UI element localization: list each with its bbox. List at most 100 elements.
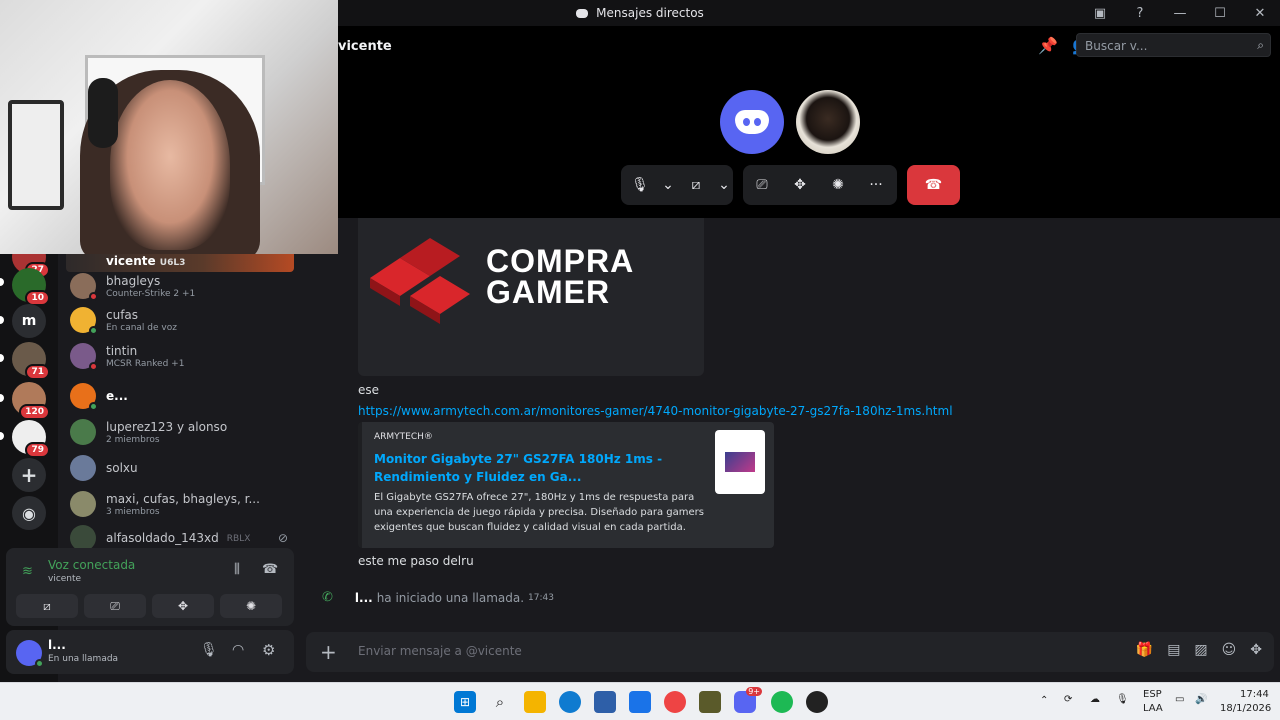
activities-icon[interactable]: ✥ (781, 165, 819, 205)
emoji-icon[interactable]: ☺ (1222, 642, 1237, 658)
compragamer-logo-icon (370, 238, 470, 324)
image-embed[interactable]: COMPRA GAMER (358, 218, 704, 376)
webcam-preview[interactable] (0, 0, 338, 254)
spotify-icon[interactable] (771, 691, 793, 713)
disconnect-icon[interactable]: ☎ (262, 562, 278, 577)
sync-icon[interactable]: ⟳ (1064, 694, 1072, 705)
voice-connected-panel: ≋ Voz conectada vicente ⫼ ☎ ⧄ ⎚ ✥ ✺ (6, 548, 294, 626)
embed-description: El Gigabyte GS27FA ofrece 27", 180Hz y 1… (374, 492, 704, 533)
chevron-down-icon[interactable]: ⌄ (659, 165, 677, 205)
share-screen-icon[interactable]: ⎚ (743, 165, 781, 205)
chrome-icon[interactable] (664, 691, 686, 713)
server-icon[interactable]: 10 (12, 268, 50, 306)
network-icon[interactable]: ▭ (1175, 694, 1184, 705)
audio-video-controls: 🎙 ⌄ ⧄ ⌄ (621, 165, 733, 205)
dm-item[interactable]: bhagleys Counter-Strike 2 +1 (68, 268, 294, 304)
microphone-icon[interactable]: 🎙 (200, 642, 218, 658)
plus-icon: + (20, 463, 38, 487)
callee-avatar[interactable] (796, 90, 860, 154)
dm-item[interactable]: e... (68, 378, 294, 414)
block-icon[interactable]: ⊘ (278, 531, 288, 545)
hang-up-button[interactable]: ☎ (907, 165, 960, 205)
avatar (70, 383, 98, 411)
server-icon[interactable]: m (12, 304, 46, 338)
soundboard-icon[interactable]: ✺ (819, 165, 857, 205)
avatar (70, 419, 96, 445)
avatar (70, 455, 96, 481)
avatar[interactable] (16, 640, 44, 668)
add-server-button[interactable]: + (12, 458, 46, 492)
activities-button[interactable]: ✥ (152, 594, 214, 618)
avatar (70, 307, 98, 335)
username: l... (48, 638, 66, 652)
file-explorer-icon[interactable] (524, 691, 546, 713)
window-title: Mensajes directos (576, 6, 704, 20)
chevron-up-icon[interactable]: ⌃ (1040, 695, 1048, 706)
discord-taskbar-icon[interactable]: 9+ (734, 687, 762, 713)
pin-icon[interactable]: 📌 (1038, 36, 1058, 55)
embed-thumbnail[interactable] (715, 430, 765, 494)
dm-item[interactable]: solxu (68, 450, 294, 486)
share-screen-button[interactable]: ⎚ (84, 594, 146, 618)
microphone-icon[interactable]: 🎙 (1116, 694, 1129, 705)
camera-off-icon[interactable]: ⧄ (677, 165, 715, 205)
embed-provider: ARMYTECH® (374, 432, 433, 442)
call-system-message: ✆ l... ha iniciado una llamada. 17:43 (322, 590, 554, 605)
message-input[interactable]: + Enviar mensaje a @vicente 🎁 ▤ ▨ ☺ ✥ (306, 632, 1274, 672)
server-icon[interactable]: 79 (12, 420, 50, 458)
gif-icon[interactable]: ▤ (1167, 642, 1180, 658)
search-input[interactable]: Buscar v... ⌕ (1076, 33, 1271, 57)
mail-icon[interactable] (629, 691, 651, 713)
taskbar: ⊞ ⌕ 9+ ⌃ ⟳ ☁ 🎙 ESP LAA ▭ 🔊 17:44 18/1/20… (0, 682, 1280, 720)
maximize-button[interactable]: ☐ (1200, 6, 1240, 21)
discord-icon (576, 8, 589, 18)
camera-off-button[interactable]: ⧄ (16, 594, 78, 618)
chevron-down-icon[interactable]: ⌄ (715, 165, 733, 205)
share-screen-icon: ⎚ (110, 598, 120, 613)
app-icon[interactable] (806, 691, 828, 713)
message-link[interactable]: https://www.armytech.com.ar/monitores-ga… (358, 404, 953, 418)
minimize-button[interactable]: — (1160, 6, 1200, 21)
soundboard-button[interactable]: ✺ (220, 594, 282, 618)
dm-item[interactable]: tintin MCSR Ranked +1 (68, 338, 294, 374)
compragamer-logo-text: COMPRA GAMER (486, 243, 635, 310)
server-icon[interactable]: 71 (12, 342, 50, 380)
headphones-icon[interactable]: ◠ (232, 642, 244, 658)
search-icon: ⌕ (1257, 38, 1264, 52)
message-text: este me paso delru (358, 554, 474, 568)
dm-item[interactable]: cufas En canal de voz (68, 302, 294, 338)
volume-icon[interactable]: 🔊 (1195, 694, 1207, 705)
noise-suppression-icon[interactable]: ⫼ (234, 562, 240, 577)
dm-item-active[interactable]: vicente U6L3 (66, 254, 294, 272)
call-area: vicente 📌 👥 ● Buscar v... ⌕ 🎙 ⌄ ⧄ ⌄ ⎚ ✥ … (338, 26, 1280, 218)
windows-start-icon[interactable]: ⊞ (454, 691, 476, 713)
attach-plus-icon[interactable]: + (320, 640, 337, 664)
cloud-icon[interactable]: ☁ (1090, 694, 1100, 705)
settings-gear-icon[interactable]: ⚙ (262, 641, 275, 659)
activity-status: MCSR Ranked +1 (106, 358, 185, 369)
search-icon[interactable]: ⌕ (489, 691, 511, 713)
signal-icon: ≋ (22, 564, 33, 579)
activities-icon: ✥ (177, 599, 189, 613)
help-icon[interactable]: ? (1120, 6, 1160, 21)
dm-item[interactable]: maxi, cufas, bhagleys, r... 3 miembros (68, 486, 294, 522)
embed-title[interactable]: Monitor Gigabyte 27" GS27FA 180Hz 1ms - … (374, 450, 704, 486)
caller-avatar[interactable] (720, 90, 784, 154)
dm-item[interactable]: luperez123 y alonso 2 miembros (68, 414, 294, 450)
app-icon[interactable] (699, 691, 721, 713)
avatar (70, 491, 96, 517)
more-icon[interactable]: ··· (857, 165, 895, 205)
sticker-icon[interactable]: ▨ (1194, 642, 1207, 658)
edge-icon[interactable] (559, 691, 581, 713)
explore-button[interactable]: ◉ (12, 496, 46, 530)
gift-icon[interactable]: 🎁 (1136, 642, 1153, 658)
microphone-icon[interactable]: 🎙 (621, 165, 659, 205)
screen-share-icon[interactable]: ▣ (1080, 6, 1120, 21)
avatar (70, 343, 98, 371)
close-button[interactable]: ✕ (1240, 6, 1280, 21)
soundboard-icon: ✺ (245, 599, 257, 613)
server-icon[interactable]: 120 (12, 382, 50, 420)
phone-icon: ✆ (322, 590, 333, 605)
store-icon[interactable] (594, 691, 616, 713)
apps-icon[interactable]: ✥ (1250, 642, 1262, 658)
